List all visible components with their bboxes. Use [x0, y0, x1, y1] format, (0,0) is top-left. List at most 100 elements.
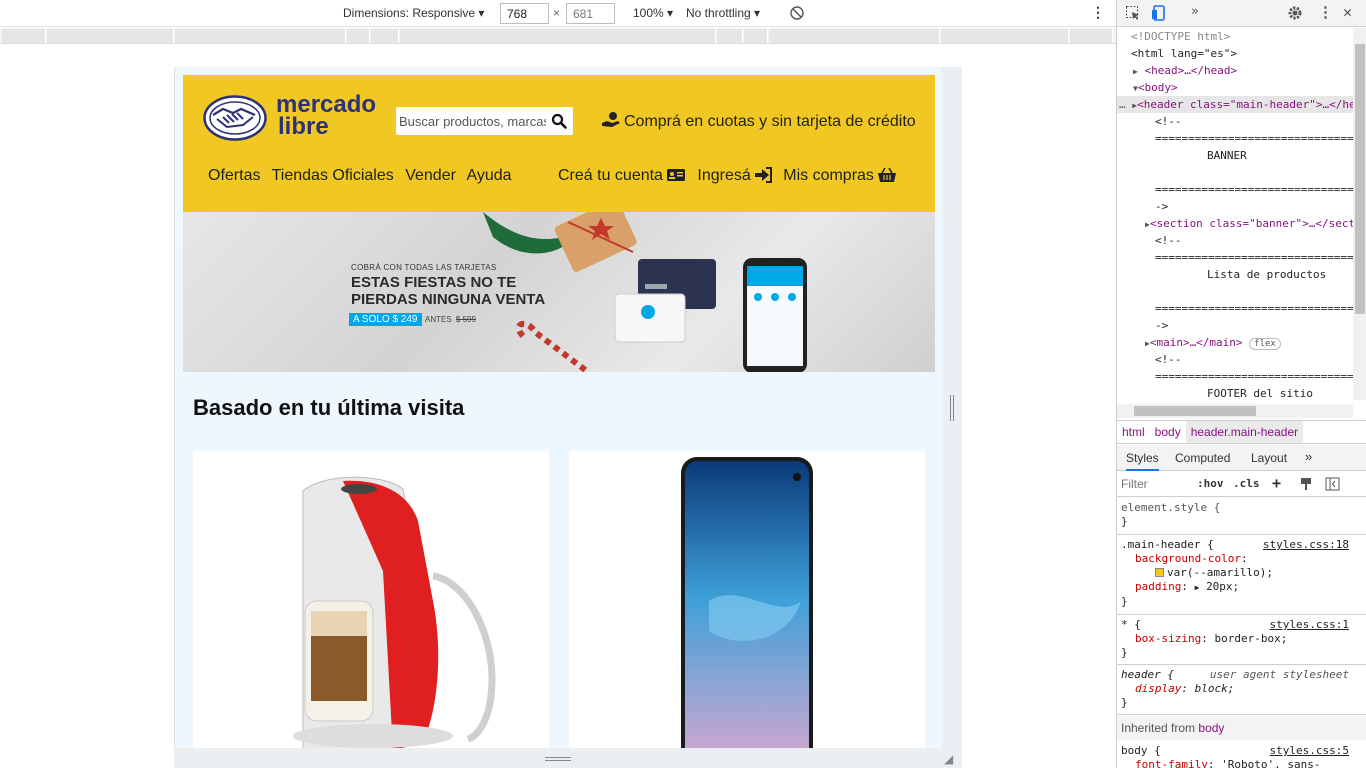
hand-holding-coin-icon	[602, 112, 620, 127]
product-card[interactable]	[193, 451, 549, 748]
dom-node-header-selected[interactable]: … ▶<header class="main-header">…</header…	[1117, 96, 1353, 113]
rule-universal[interactable]: * { styles.css:1 box-sizing: border-box;…	[1117, 615, 1366, 665]
viewport-height-input[interactable]	[566, 3, 615, 24]
product-card[interactable]	[569, 451, 925, 748]
dom-comment-line: ================================	[1155, 302, 1353, 315]
inspect-element-icon[interactable]	[1125, 5, 1141, 24]
breadcrumb-html[interactable]: html	[1117, 421, 1150, 443]
my-purchases-link[interactable]: Mis compras	[783, 167, 897, 184]
breadcrumb-body[interactable]: body	[1150, 421, 1186, 443]
dom-node-body[interactable]: ▼<body>	[1117, 79, 1353, 96]
dom-tree-horizontal-scrollbar[interactable]	[1117, 404, 1353, 418]
add-rule-icon[interactable]: +	[1272, 474, 1281, 492]
nav-ayuda[interactable]: Ayuda	[466, 167, 511, 184]
dom-comment-line: ================================	[1155, 183, 1353, 196]
inherited-header: Inherited from body	[1117, 716, 1366, 740]
source-link[interactable]: styles.css:5	[1270, 744, 1349, 758]
dom-node-section-banner[interactable]: ▶<section class="banner">…</section>	[1117, 215, 1353, 232]
logo-wordmark[interactable]: mercado libre	[276, 93, 376, 140]
source-link[interactable]: styles.css:18	[1263, 538, 1349, 552]
devtools-toolbar: » ⋮ ✕	[1117, 0, 1366, 27]
more-tabs-icon[interactable]: »	[1191, 4, 1199, 19]
main-header: mercado libre Comprá en cuotas y sin tar…	[183, 75, 935, 212]
installments-promo-link[interactable]: Comprá en cuotas y sin tarjeta de crédit…	[601, 111, 916, 131]
viewport-resize-handle-right[interactable]	[942, 67, 962, 748]
main-nav: Ofertas Tiendas Oficiales Vender Ayuda	[208, 167, 519, 185]
dom-comment-line: <!--	[1155, 234, 1182, 247]
logo-line-2: libre	[278, 113, 329, 140]
banner-small-text: COBRÁ CON TODAS LAS TARJETAS	[351, 263, 497, 272]
dom-comment-line: BANNER	[1207, 149, 1247, 162]
rule-body[interactable]: body { styles.css:5 font-family: 'Roboto…	[1117, 741, 1366, 768]
toggle-sidebar-icon[interactable]	[1325, 477, 1340, 494]
devtools-panel: » ⋮ ✕ <!DOCTYPE html> <html lang="es"> ▶…	[1116, 0, 1366, 768]
close-icon[interactable]: ✕	[1343, 3, 1352, 21]
more-tabs-icon[interactable]: »	[1305, 449, 1312, 464]
nav-ofertas[interactable]: Ofertas	[208, 167, 260, 184]
flex-badge[interactable]: flex	[1249, 338, 1281, 350]
user-agent-label: user agent stylesheet	[1209, 668, 1349, 681]
more-options-icon[interactable]: ⋮	[1091, 4, 1105, 21]
shopping-basket-icon	[877, 167, 896, 182]
settings-gear-icon[interactable]	[1287, 5, 1303, 24]
promo-banner[interactable]: COBRÁ CON TODAS LAS TARJETAS ESTAS FIEST…	[183, 212, 935, 372]
tab-styles[interactable]: Styles	[1126, 451, 1159, 471]
dom-comment-line: <!--	[1155, 115, 1182, 128]
banner-before-price: ANTES $ 599	[425, 315, 476, 324]
tab-layout[interactable]: Layout	[1251, 451, 1287, 465]
dom-comment-line: FOOTER del sitio	[1207, 387, 1313, 400]
styles-tabbar: Styles Computed Layout »	[1117, 445, 1366, 471]
color-swatch-icon[interactable]	[1155, 568, 1164, 577]
dom-node-head[interactable]: ▶ <head>…</head>	[1117, 62, 1353, 79]
dom-comment-line: Lista de productos	[1207, 268, 1327, 281]
times-sign: ×	[553, 6, 561, 20]
handshake-logo-icon[interactable]	[203, 95, 267, 146]
breadcrumb-header[interactable]: header.main-header	[1185, 421, 1304, 443]
viewport-width-input[interactable]	[500, 3, 549, 24]
dom-comment-line: ================================	[1155, 251, 1353, 264]
search-box	[396, 107, 573, 135]
id-card-icon	[666, 169, 685, 181]
paint-brush-icon[interactable]	[1299, 477, 1313, 494]
throttling-dropdown[interactable]: No throttling ▾	[686, 6, 760, 20]
viewport-resize-handle-bottom[interactable]	[174, 748, 962, 768]
hov-toggle[interactable]: :hov	[1197, 477, 1224, 490]
inherited-from-link[interactable]: body	[1198, 721, 1224, 735]
banner-price-badge: A SOLO $ 249	[349, 313, 422, 326]
styles-filter-input[interactable]	[1121, 475, 1185, 493]
rule-header-ua[interactable]: header { user agent stylesheet display: …	[1117, 665, 1366, 715]
rule-main-header[interactable]: .main-header { styles.css:18 background-…	[1117, 535, 1366, 615]
cls-toggle[interactable]: .cls	[1233, 477, 1260, 490]
source-link[interactable]: styles.css:1	[1270, 618, 1349, 632]
dom-tree-vertical-scrollbar[interactable]	[1353, 28, 1366, 400]
zoom-dropdown[interactable]: 100% ▾	[633, 6, 673, 20]
banner-headline: ESTAS FIESTAS NO TE PIERDAS NINGUNA VENT…	[351, 274, 546, 308]
search-icon[interactable]	[551, 113, 567, 134]
smartphone-image	[681, 457, 813, 748]
tab-computed[interactable]: Computed	[1175, 451, 1230, 465]
rotate-icon[interactable]	[789, 5, 805, 24]
media-query-bar[interactable]	[0, 28, 1116, 44]
dom-comment-line	[1117, 283, 1353, 300]
create-account-link[interactable]: Creá tu cuenta	[558, 167, 686, 184]
dimensions-dropdown[interactable]: Dimensions: Responsive ▾	[343, 6, 484, 20]
page-viewport: mercado libre Comprá en cuotas y sin tar…	[174, 67, 942, 748]
device-toolbar-icon[interactable]	[1151, 5, 1167, 24]
resize-corner-icon[interactable]: ◢	[944, 752, 953, 766]
dom-comment-line: <!--	[1155, 353, 1182, 366]
section-title: Basado en tu última visita	[193, 395, 465, 420]
dom-comment-line: ================================	[1155, 370, 1353, 383]
sign-in-icon	[754, 167, 772, 183]
dom-node-main[interactable]: ▶<main>…</main> flex	[1117, 334, 1353, 351]
rule-element-style[interactable]: element.style { }	[1117, 498, 1366, 535]
search-input[interactable]	[396, 107, 546, 135]
dom-node-doctype[interactable]: <!DOCTYPE html>	[1117, 28, 1353, 45]
dom-comment-line	[1117, 164, 1353, 181]
login-link[interactable]: Ingresá	[697, 167, 772, 184]
nav-vender[interactable]: Vender	[405, 167, 456, 184]
dom-node-html[interactable]: <html lang="es">	[1117, 45, 1353, 62]
customize-menu-icon[interactable]: ⋮	[1318, 3, 1333, 21]
dom-comment-line: ->	[1155, 319, 1169, 332]
nav-tiendas-oficiales[interactable]: Tiendas Oficiales	[272, 167, 394, 184]
promo-text: Comprá en cuotas y sin tarjeta de crédit…	[624, 113, 916, 130]
